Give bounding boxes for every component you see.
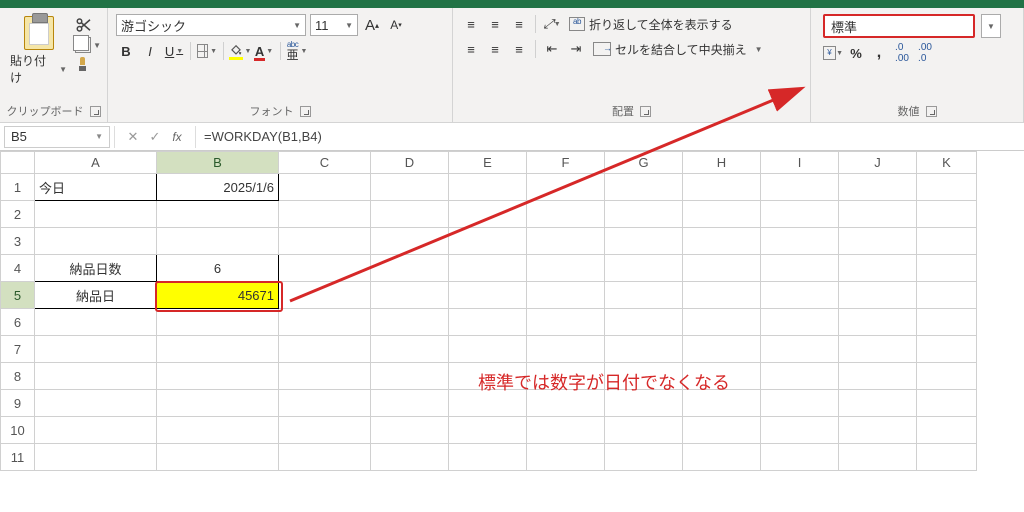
cell-active[interactable]: 45671 <box>157 282 279 309</box>
increase-decimal-icon[interactable]: .0.00 <box>892 43 912 63</box>
row-header[interactable]: 2 <box>1 201 35 228</box>
col-header[interactable]: J <box>839 152 917 174</box>
merge-icon <box>593 42 611 56</box>
col-header[interactable]: I <box>761 152 839 174</box>
italic-button[interactable]: I <box>140 41 160 61</box>
cut-icon[interactable] <box>75 16 93 34</box>
number-format-combo[interactable]: 標準 <box>823 14 975 38</box>
wrap-text-icon: ab <box>569 17 585 31</box>
col-header[interactable]: K <box>917 152 977 174</box>
cell[interactable]: 6 <box>157 255 279 282</box>
cell[interactable]: 納品日 <box>35 282 157 309</box>
alignment-dialog-launcher[interactable] <box>640 106 651 117</box>
select-all-corner[interactable] <box>1 152 35 174</box>
cancel-formula-icon[interactable]: ✕ <box>123 129 143 145</box>
border-button[interactable]: ▼ <box>197 41 217 61</box>
phonetic-button[interactable]: abc亜▼ <box>287 41 307 61</box>
fill-color-button[interactable]: ▼ <box>230 41 250 61</box>
align-middle-icon[interactable]: ≡ <box>485 14 505 34</box>
align-right-icon[interactable]: ≡ <box>509 39 529 59</box>
underline-button[interactable]: U▼ <box>164 41 184 61</box>
orientation-icon[interactable]: ⤢▼ <box>542 14 562 34</box>
row-header[interactable]: 5 <box>1 282 35 309</box>
row-header[interactable]: 6 <box>1 309 35 336</box>
decrease-font-icon[interactable]: A▾ <box>386 15 406 35</box>
bold-button[interactable]: B <box>116 41 136 61</box>
clipboard-dialog-launcher[interactable] <box>90 106 101 117</box>
row-header[interactable]: 11 <box>1 444 35 471</box>
col-header[interactable]: G <box>605 152 683 174</box>
comma-format-icon[interactable]: , <box>869 43 889 63</box>
col-header[interactable]: H <box>683 152 761 174</box>
number-group-label: 数値 <box>898 102 920 120</box>
row-header[interactable]: 4 <box>1 255 35 282</box>
decrease-indent-icon[interactable]: ⇤ <box>542 39 562 59</box>
row-header[interactable]: 1 <box>1 174 35 201</box>
paste-label: 貼り付け <box>10 52 57 86</box>
font-group-label: フォント <box>250 102 294 120</box>
col-header[interactable]: A <box>35 152 157 174</box>
annotation-text: 標準では数字が日付でなくなる <box>478 369 730 395</box>
percent-format-icon[interactable]: % <box>846 43 866 63</box>
alignment-group-label: 配置 <box>612 102 634 120</box>
align-bottom-icon[interactable]: ≡ <box>509 14 529 34</box>
number-format-dropdown[interactable]: ▼ <box>981 14 1001 38</box>
format-painter-icon[interactable] <box>75 56 91 72</box>
clipboard-icon <box>24 16 54 50</box>
align-center-icon[interactable]: ≡ <box>485 39 505 59</box>
wrap-text-button[interactable]: ab折り返して全体を表示する <box>566 15 736 34</box>
row-header[interactable]: 10 <box>1 417 35 444</box>
font-color-button[interactable]: A▼ <box>254 41 274 61</box>
align-left-icon[interactable]: ≡ <box>461 39 481 59</box>
paste-button[interactable]: 貼り付け▼ <box>6 14 71 88</box>
clipboard-group-label: クリップボード <box>7 102 84 120</box>
merge-center-button[interactable]: セルを結合して中央揃え▼ <box>590 40 766 59</box>
fx-icon[interactable]: fx <box>167 130 187 144</box>
copy-icon[interactable] <box>75 37 91 53</box>
formula-input[interactable]: =WORKDAY(B1,B4) <box>196 129 1024 144</box>
col-header[interactable]: E <box>449 152 527 174</box>
accounting-format-icon[interactable]: ¥▼ <box>823 43 843 63</box>
name-box[interactable]: B5▼ <box>4 126 110 148</box>
decrease-decimal-icon[interactable]: .00.0 <box>915 43 935 63</box>
col-header[interactable]: C <box>279 152 371 174</box>
spreadsheet-grid[interactable]: A B C D E F G H I J K 1今日2025/1/6 2 3 4納… <box>0 151 977 471</box>
cell[interactable]: 今日 <box>35 174 157 201</box>
row-header[interactable]: 8 <box>1 363 35 390</box>
row-header[interactable]: 3 <box>1 228 35 255</box>
row-header[interactable]: 7 <box>1 336 35 363</box>
font-dialog-launcher[interactable] <box>300 106 311 117</box>
col-header[interactable]: F <box>527 152 605 174</box>
font-size-combo[interactable]: 11▼ <box>310 14 358 36</box>
col-header[interactable]: B <box>157 152 279 174</box>
row-header[interactable]: 9 <box>1 390 35 417</box>
cell[interactable]: 2025/1/6 <box>157 174 279 201</box>
increase-indent-icon[interactable]: ⇥ <box>566 39 586 59</box>
col-header[interactable]: D <box>371 152 449 174</box>
number-dialog-launcher[interactable] <box>926 106 937 117</box>
accept-formula-icon[interactable]: ✓ <box>145 129 165 145</box>
align-top-icon[interactable]: ≡ <box>461 14 481 34</box>
increase-font-icon[interactable]: A▴ <box>362 15 382 35</box>
font-name-combo[interactable]: 游ゴシック▼ <box>116 14 306 36</box>
cell[interactable]: 納品日数 <box>35 255 157 282</box>
